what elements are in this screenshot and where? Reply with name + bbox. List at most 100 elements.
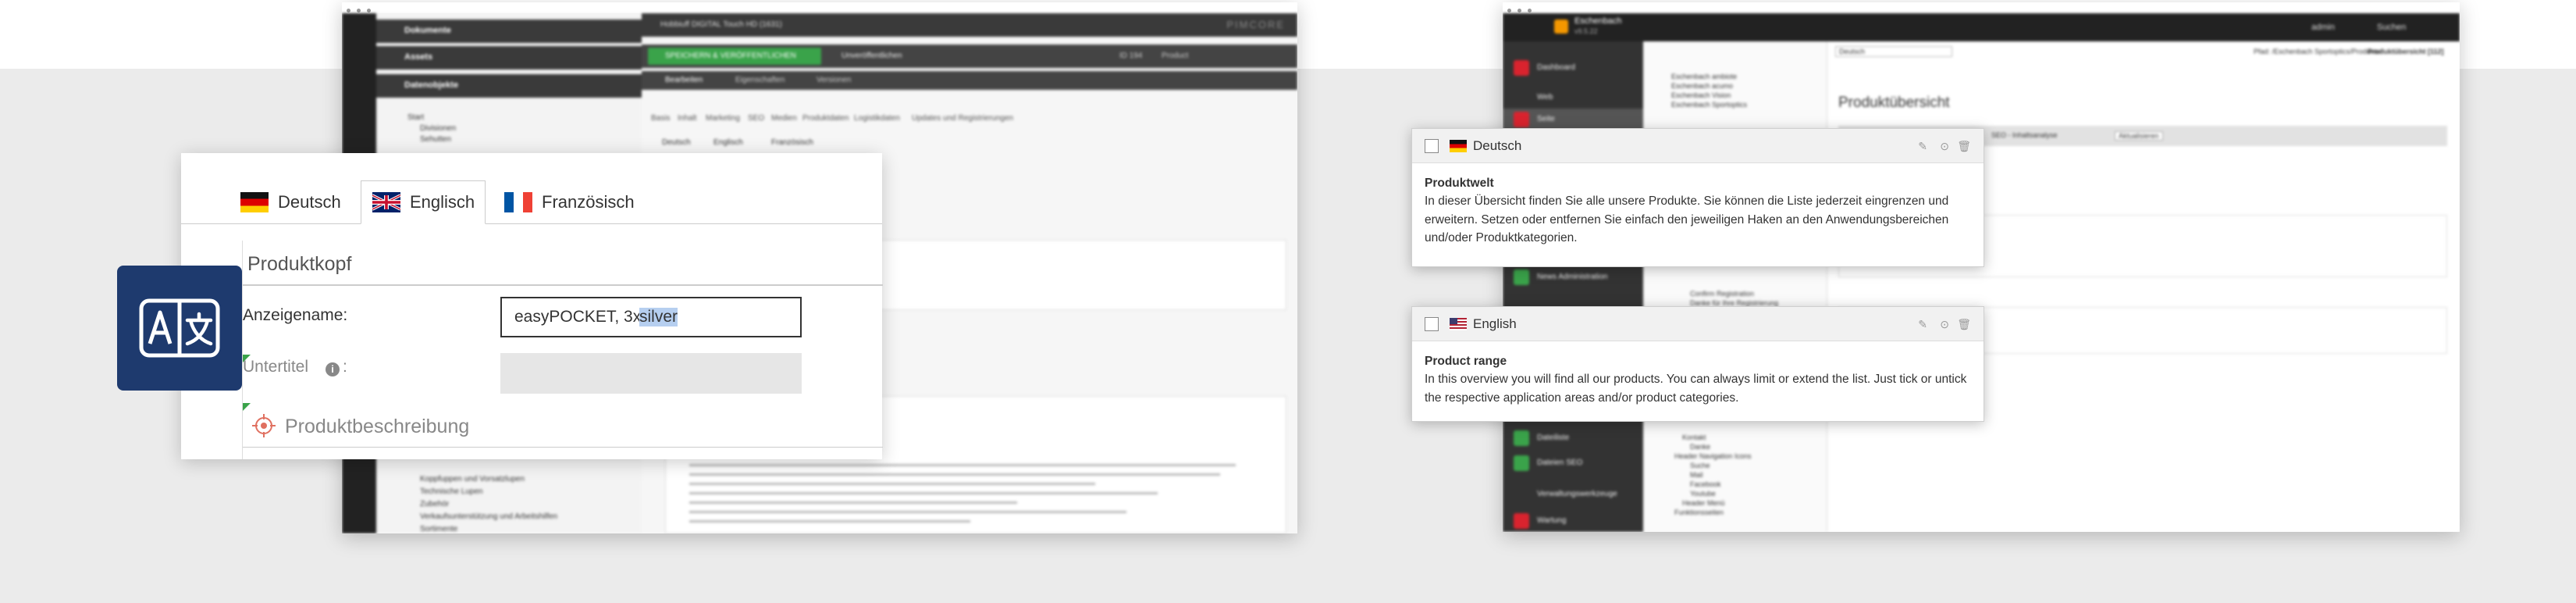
typo3-screenshot: Eschenbach v9.5.22 admin Suchen Dashboar… (1503, 2, 2460, 532)
pimcore-subtabs: Bearbeiten Eigenschaften Versionen (642, 71, 1297, 90)
content-element-icon (1425, 138, 1439, 153)
flag-de-icon (240, 192, 269, 212)
tree-item[interactable]: Divisionen (420, 124, 456, 133)
delete-icon[interactable]: 🗑 (1957, 140, 1971, 153)
tree-item[interactable]: Funktionsseiten (1674, 508, 1724, 516)
module-files-seo[interactable]: Dateien SEO (1503, 452, 1643, 474)
content-tab[interactable]: Inhalt (678, 114, 696, 123)
tree-item[interactable]: Sortimente (420, 525, 457, 533)
language-select[interactable]: Deutsch (1835, 46, 1952, 57)
description-title: Produktbeschreibung (285, 416, 470, 437)
tab-language-fr[interactable]: Französisch (504, 180, 635, 224)
typo3-content: Deutsch Pfad: /Eschenbach Sportoptics/Pr… (1827, 41, 2460, 532)
breadcrumb-path: Pfad: /Eschenbach Sportoptics/Produkte/ (2254, 48, 2382, 55)
tree-item[interactable]: Eschenbach Sportoptics (1671, 101, 1747, 109)
typo3-logo (1554, 20, 1568, 34)
tree-item[interactable]: Verkaufsunterstützung und Arbeitshilfen (420, 512, 557, 521)
tree-item[interactable]: Sehutten (420, 135, 451, 144)
delete-icon[interactable]: 🗑 (1957, 318, 1971, 331)
tree-item[interactable]: Danke (1690, 443, 1710, 451)
refresh-button[interactable]: Aktualisieren (2115, 131, 2163, 141)
tab-versions[interactable]: Versionen (817, 76, 851, 84)
unpublish-button[interactable]: Unveröffentlichen (841, 52, 902, 60)
content-tab[interactable]: Produktdaten (802, 114, 849, 123)
module-page[interactable]: Seite (1503, 109, 1643, 130)
tree-item[interactable]: Kontakt (1682, 434, 1706, 441)
window-bar (342, 2, 1297, 13)
tree-item[interactable]: Eschenbach ambiote (1671, 73, 1737, 80)
object-tab-title[interactable]: Hobbiuff DIGITAL Touch HD (1631) (660, 20, 782, 29)
module-maintenance[interactable]: Wartung (1503, 510, 1643, 532)
popup-language: English (1473, 316, 1517, 331)
tree-item[interactable]: Youtube (1690, 490, 1716, 498)
page-title-crumb: Produktübersicht [112] (2368, 48, 2444, 55)
popup-title: Produktwelt (1425, 177, 1494, 190)
sidebar-item-documents[interactable]: Dokumente (376, 20, 642, 43)
tree-item[interactable]: Suche (1690, 462, 1710, 469)
object-type: Product (1162, 52, 1189, 60)
tab-properties[interactable]: Eigenschaften (735, 76, 785, 84)
lang-tab[interactable]: Französisch (771, 138, 813, 147)
sidebar-item-assets[interactable]: Assets (376, 46, 642, 70)
search-trigger[interactable]: Suchen (2377, 23, 2406, 32)
tab-language-de[interactable]: Deutsch (240, 180, 341, 224)
tab-language-en[interactable]: Englisch (361, 180, 486, 224)
product-header-panel: Produktkopf Anzeigename: easyPOCKET, 3x … (242, 241, 883, 459)
subtitle-input[interactable] (500, 353, 802, 394)
tree-item[interactable]: Zubehör (420, 500, 449, 508)
tree-item[interactable]: Technische Lupen (420, 487, 483, 496)
module-web[interactable]: Web (1503, 87, 1643, 109)
tree-item[interactable]: Eschenbach acumo (1671, 82, 1733, 90)
display-name-label: Anzeigename: (243, 306, 348, 324)
edit-icon[interactable]: ✎ (1918, 140, 1927, 153)
edit-icon[interactable]: ✎ (1918, 318, 1927, 331)
content-tab[interactable]: SEO (748, 114, 764, 123)
content-tab[interactable]: Basis (651, 114, 670, 123)
module-admin-tools[interactable]: Verwaltungswerkzeuge (1503, 483, 1643, 505)
typo3-page-tree: Eschenbach ambiote Eschenbach acumo Esch… (1643, 41, 1827, 532)
content-tabs: Basis Inhalt Marketing SEO Medien Produk… (642, 110, 1297, 129)
popup-body: In dieser Übersicht finden Sie alle unse… (1425, 194, 1949, 244)
lang-tab[interactable]: Deutsch (662, 138, 691, 147)
brand-version: v9.5.22 (1574, 27, 1598, 35)
tree-item[interactable]: Start (407, 113, 424, 122)
content-popup-de: Deutsch ✎ ⊙ 🗑 Produktwelt In dieser Über… (1411, 128, 1984, 267)
module-filelist[interactable]: Dateiliste (1503, 427, 1643, 449)
content-tab[interactable]: Updates und Registrierungen (912, 114, 1013, 123)
module-news[interactable]: News Administration (1503, 266, 1643, 288)
pimcore-header: Hobbiuff DIGITAL Touch HD (1631) PIMCORE (642, 13, 1297, 37)
pimcore-toolbar: SPEICHERN & VERÖFFENTLICHEN Unveröffentl… (642, 45, 1297, 68)
tree-item[interactable]: Header Navigation Icons (1674, 452, 1752, 460)
tree-item[interactable]: Confirm Registration (1690, 290, 1754, 298)
tree-item[interactable]: Koppfuppen und Vorsatzlupen (420, 475, 525, 483)
module-dashboard[interactable]: Dashboard (1503, 57, 1643, 79)
target-icon (252, 414, 276, 437)
tree-item[interactable]: Facebook (1690, 480, 1721, 488)
display-name-input[interactable]: easyPOCKET, 3x silver (500, 297, 802, 337)
tree-item[interactable]: Header Menü (1682, 499, 1725, 507)
window-bar (1503, 2, 2460, 13)
user-menu[interactable]: admin (2311, 23, 2335, 32)
popup-language: Deutsch (1473, 137, 1522, 153)
translate-icon (139, 298, 220, 358)
tab-edit[interactable]: Bearbeiten (665, 76, 703, 84)
content-tab[interactable]: Marketing (706, 114, 740, 123)
content-popup-en: English ✎ ⊙ 🗑 Product range In this over… (1411, 306, 1984, 422)
green-corner-marker (243, 403, 251, 411)
tree-item[interactable]: Eschenbach Vision (1671, 91, 1731, 99)
typo3-topbar: Eschenbach v9.5.22 admin Suchen (1503, 13, 2460, 41)
toggle-visibility-icon[interactable]: ⊙ (1940, 318, 1949, 331)
info-icon[interactable]: i (326, 362, 340, 376)
content-tab[interactable]: Medien (771, 114, 797, 123)
save-publish-button[interactable]: SPEICHERN & VERÖFFENTLICHEN (648, 48, 821, 65)
lang-tab[interactable]: Englisch (713, 138, 743, 147)
object-id: ID 194 (1119, 52, 1143, 60)
lang-subtabs: Deutsch Englisch Französisch (642, 135, 954, 151)
flag-us-icon (1450, 317, 1467, 330)
toggle-visibility-icon[interactable]: ⊙ (1940, 140, 1949, 153)
brand-name: Eschenbach (1574, 16, 1622, 26)
typo3-module-menu: Dashboard Web Seite News Administration … (1503, 41, 1643, 532)
sidebar-item-data-objects[interactable]: Datenobjekte (376, 74, 642, 98)
tree-item[interactable]: Mail (1690, 471, 1703, 479)
content-tab[interactable]: Logistikdaten (854, 114, 900, 123)
